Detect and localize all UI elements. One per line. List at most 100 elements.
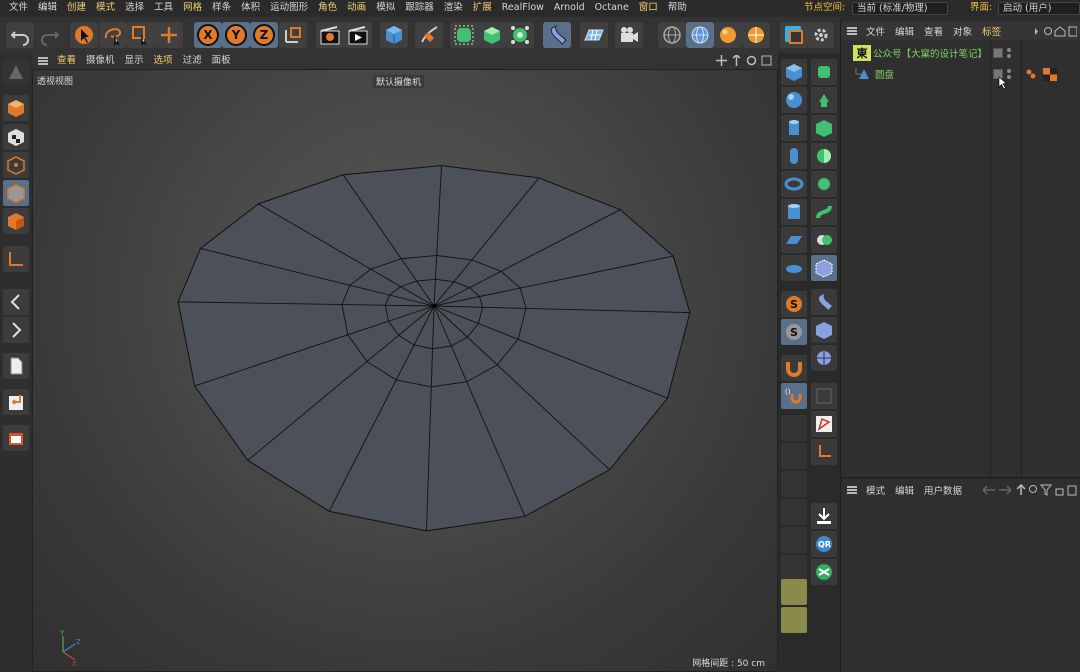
attribute-menu-user-data[interactable]: 用户数据 — [919, 483, 967, 497]
palette-disabled-4[interactable] — [781, 499, 807, 525]
attribute-manager-hamburger-icon[interactable] — [847, 486, 857, 494]
coordinate-system-button[interactable] — [279, 22, 307, 48]
palette-cloner-button[interactable] — [811, 171, 837, 197]
make-editable-button[interactable] — [3, 59, 29, 85]
menu-animate[interactable]: 动画 — [342, 0, 371, 16]
perspective-viewport[interactable]: 透视视图 默认摄像机 Y Z X 网格间距 : 50 cm — [32, 69, 778, 672]
palette-subdivision-button[interactable] — [811, 59, 837, 85]
palette-snap-button[interactable]: () — [781, 383, 807, 409]
environment-button[interactable] — [742, 22, 770, 48]
phong-tag-icon[interactable] — [1025, 68, 1037, 80]
menu-spline[interactable]: 样条 — [207, 0, 236, 16]
floor-button[interactable] — [580, 22, 608, 48]
menu-simulate[interactable]: 模拟 — [371, 0, 400, 16]
palette-cylinder-button[interactable] — [781, 115, 807, 141]
open-folder-button[interactable] — [3, 425, 29, 451]
palette-global-button[interactable] — [811, 559, 837, 585]
layout-dropdown[interactable]: 启动 (用户) — [998, 2, 1080, 15]
object-row-disc[interactable]: 圆盘 — [841, 66, 1080, 82]
render-view-button[interactable] — [316, 22, 344, 48]
palette-workplane-button[interactable] — [811, 411, 837, 437]
live-selection-button[interactable] — [99, 22, 127, 48]
wireframe-sphere-button[interactable] — [658, 22, 686, 48]
menu-arnold[interactable]: Arnold — [549, 0, 590, 16]
viewport-menu-options[interactable]: 选项 — [149, 53, 178, 69]
menu-mode[interactable]: 模式 — [91, 0, 120, 16]
subdivision-surface-button[interactable] — [450, 22, 478, 48]
menu-create[interactable]: 创建 — [62, 0, 91, 16]
palette-grid-snap-button[interactable] — [811, 383, 837, 409]
select-tool-button[interactable] — [70, 22, 98, 48]
menu-file[interactable]: 文件 — [4, 0, 33, 16]
render-to-picture-viewer-button[interactable] — [344, 22, 372, 48]
palette-wrap-button[interactable] — [811, 345, 837, 371]
viewport-menu-display[interactable]: 显示 — [120, 53, 149, 69]
palette-disabled-6[interactable] — [781, 555, 807, 581]
palette-deformer-cube-button[interactable] — [811, 255, 837, 281]
palette-axis-button[interactable] — [811, 439, 837, 465]
cloner-button[interactable] — [506, 22, 534, 48]
menu-volume[interactable]: 体积 — [236, 0, 265, 16]
workplane-button[interactable] — [3, 246, 29, 272]
box-selection-button[interactable] — [127, 22, 155, 48]
menu-edit[interactable]: 编辑 — [33, 0, 62, 16]
x-axis-lock-button[interactable]: X — [194, 22, 222, 48]
object-manager-hamburger-icon[interactable] — [847, 27, 857, 35]
viewport-menu-filter[interactable]: 过滤 — [178, 53, 207, 69]
redo-button[interactable] — [36, 22, 64, 48]
menu-tools[interactable]: 工具 — [149, 0, 178, 16]
menu-octane[interactable]: Octane — [590, 0, 634, 16]
palette-download-button[interactable] — [811, 503, 837, 529]
node-space-dropdown[interactable]: 当前 (标准/物理) — [852, 2, 948, 15]
palette-disabled-2[interactable] — [781, 443, 807, 469]
attribute-menu-edit[interactable]: 编辑 — [890, 483, 919, 497]
editor-visibility-dot[interactable] — [1007, 48, 1011, 52]
z-axis-lock-button[interactable]: Z — [250, 22, 278, 48]
viewport-menu-panel[interactable]: 面板 — [207, 53, 236, 69]
palette-cube-button[interactable] — [781, 59, 807, 85]
pan-icon[interactable] — [716, 55, 727, 66]
visibility-checkbox[interactable] — [993, 48, 1003, 58]
viewport-menu-view[interactable]: 查看 — [52, 53, 81, 69]
object-menu-edit[interactable]: 编辑 — [890, 24, 919, 38]
attribute-menu-mode[interactable]: 模式 — [861, 483, 890, 497]
rotate-icon[interactable] — [746, 55, 757, 66]
render-visibility-dot[interactable] — [1007, 54, 1011, 58]
object-menu-view[interactable]: 查看 — [919, 24, 948, 38]
menu-realflow[interactable]: RealFlow — [497, 0, 549, 16]
palette-qr-button[interactable]: QR — [811, 531, 837, 557]
palette-olive-1[interactable] — [781, 579, 807, 605]
camera-button[interactable] — [615, 22, 643, 48]
palette-disabled-3[interactable] — [781, 471, 807, 497]
edge-mode-button[interactable] — [3, 180, 29, 206]
texture-mode-button[interactable] — [3, 124, 29, 150]
collapse-left-button[interactable] — [3, 289, 29, 315]
palette-disabled-1[interactable] — [781, 415, 807, 441]
layout-toggle-button[interactable] — [780, 22, 808, 48]
menu-mesh[interactable]: 网格 — [178, 0, 207, 16]
expand-right-button[interactable] — [3, 317, 29, 343]
cube-primitive-button[interactable] — [380, 22, 408, 48]
palette-lathe-button[interactable] — [811, 115, 837, 141]
palette-extrude-button[interactable] — [811, 87, 837, 113]
menu-extensions[interactable]: 扩展 — [468, 0, 497, 16]
palette-spline-s-active-button[interactable]: S — [781, 319, 807, 345]
import-button[interactable] — [3, 389, 29, 415]
deformer-button[interactable] — [543, 22, 571, 48]
palette-plane-button[interactable] — [781, 227, 807, 253]
menu-character[interactable]: 角色 — [313, 0, 342, 16]
palette-loft-button[interactable] — [811, 143, 837, 169]
palette-sweep-button[interactable] — [811, 199, 837, 225]
palette-disc-button[interactable] — [781, 255, 807, 281]
maximize-icon[interactable] — [761, 55, 772, 66]
pen-spline-button[interactable] — [415, 22, 443, 48]
palette-capsule-button[interactable] — [781, 143, 807, 169]
menu-select[interactable]: 选择 — [120, 0, 149, 16]
palette-bend-button[interactable] — [811, 289, 837, 315]
menu-tracker[interactable]: 跟踪器 — [400, 0, 439, 16]
palette-boole-button[interactable] — [811, 227, 837, 253]
menu-render[interactable]: 渲染 — [439, 0, 468, 16]
zoom-icon[interactable] — [731, 55, 742, 66]
palette-torus-button[interactable] — [781, 171, 807, 197]
material-tag-icon[interactable] — [1043, 67, 1057, 81]
